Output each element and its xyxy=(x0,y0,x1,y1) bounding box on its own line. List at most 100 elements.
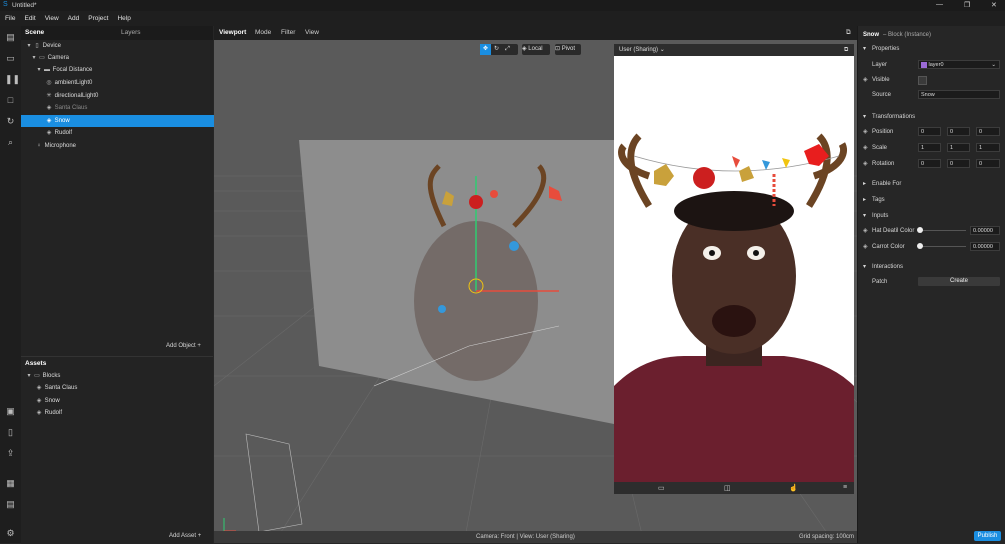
position-y-field[interactable]: 0 xyxy=(947,127,970,136)
chevron-down-icon[interactable]: ▾ xyxy=(25,40,33,52)
pivot-toggle[interactable]: ⊡ Pivot xyxy=(555,44,581,55)
maximize-icon[interactable]: ❐ xyxy=(964,1,970,9)
refresh-icon[interactable]: ↻ xyxy=(5,116,16,127)
tree-item-microphone[interactable]: ♀ Microphone xyxy=(21,140,227,152)
chevron-down-icon: ▾ xyxy=(863,46,867,52)
scale-y-field[interactable]: 1 xyxy=(947,143,970,152)
tree-item-camera[interactable]: ▾ ▭ Camera xyxy=(21,52,222,64)
tab-mode[interactable]: Mode xyxy=(255,29,271,36)
tab-filter[interactable]: Filter xyxy=(281,29,295,36)
keyframe-icon[interactable]: ◈ xyxy=(863,240,868,254)
scale-x-field[interactable]: 1 xyxy=(918,143,941,152)
layer-value: layer0 xyxy=(928,62,944,68)
chevron-down-icon[interactable]: ▾ xyxy=(30,52,38,64)
asset-item-label: Snow xyxy=(44,398,60,404)
tree-item-label: ambientLight0 xyxy=(54,80,93,86)
keyframe-icon[interactable]: ◈ xyxy=(863,224,868,238)
tab-layers[interactable]: Layers xyxy=(121,29,141,36)
keyframe-icon[interactable]: ◈ xyxy=(863,73,868,87)
face-preview-image xyxy=(614,56,854,482)
section-enable-for[interactable]: ▸ Enable For xyxy=(858,177,1005,191)
device-select[interactable]: User (Sharing) ⌄ xyxy=(619,44,665,56)
upload-icon[interactable]: ⇪ xyxy=(5,448,16,459)
layer-select[interactable]: layer0 ⌄ xyxy=(918,60,1000,69)
close-icon[interactable]: ✕ xyxy=(991,1,997,9)
chevron-down-icon[interactable]: ▾ xyxy=(35,64,43,76)
section-tags[interactable]: ▸ Tags xyxy=(858,193,1005,207)
tree-item-focal-distance[interactable]: ▾ ▬ Focal Distance xyxy=(21,64,227,76)
asset-item-santa-claus[interactable]: ◈ Santa Claus xyxy=(21,382,227,394)
section-interactions[interactable]: ▾ Interactions xyxy=(858,260,1005,274)
tab-viewport[interactable]: Viewport xyxy=(219,29,246,36)
scale-z-field[interactable]: 1 xyxy=(976,143,1000,152)
device-icon: ▯ xyxy=(35,43,39,49)
hat-color-field[interactable]: 0.00000 xyxy=(970,226,1000,235)
carrot-color-slider-handle[interactable] xyxy=(917,243,923,249)
chevron-down-icon[interactable]: ▾ xyxy=(25,370,33,382)
hat-color-slider-track[interactable] xyxy=(920,230,966,231)
device-icon[interactable]: ▯ xyxy=(5,427,16,438)
asset-item-rudolf[interactable]: ◈ Rudolf xyxy=(21,407,227,419)
create-patch-button[interactable]: Create xyxy=(918,277,1000,286)
section-transformations[interactable]: ▾ Transformations xyxy=(858,110,1005,124)
menu-file[interactable]: File xyxy=(0,11,19,22)
camera-icon[interactable]: ▭ xyxy=(5,53,16,64)
scale-tool-icon[interactable]: ⤢ xyxy=(502,44,513,55)
grid-spacing: Grid spacing: 100cm xyxy=(799,534,855,540)
tab-scene[interactable]: Scene xyxy=(25,29,44,36)
position-x-field[interactable]: 0 xyxy=(918,127,941,136)
search-icon[interactable]: ⌕ xyxy=(5,137,16,148)
position-z-field[interactable]: 0 xyxy=(976,127,1000,136)
asset-item-blocks[interactable]: ▾ ▭ Blocks xyxy=(21,370,217,382)
split-view-icon[interactable]: ◫ xyxy=(724,484,731,492)
doc-icon[interactable]: ▦ xyxy=(5,478,16,489)
tree-item-rudolf[interactable]: ◈ Rudolf xyxy=(21,127,237,139)
tree-item-label: Rudolf xyxy=(54,130,73,136)
tree-item-santa-claus[interactable]: ◈ Santa Claus xyxy=(21,102,237,114)
rotation-y-field[interactable]: 0 xyxy=(947,159,970,168)
tree-item-ambient-light[interactable]: ◎ ambientLight0 xyxy=(21,77,237,89)
source-field[interactable]: Snow xyxy=(918,90,1000,99)
add-asset-button[interactable]: Add Asset + xyxy=(169,533,201,539)
tree-item-device[interactable]: ▾ ▯ Device xyxy=(21,40,217,52)
rotate-tool-icon[interactable]: ↻ xyxy=(491,44,502,55)
menu-view[interactable]: View xyxy=(40,11,63,22)
section-properties[interactable]: ▾ Properties xyxy=(858,42,1005,56)
video-icon[interactable]: ▭ xyxy=(658,484,665,492)
console-icon[interactable]: ▤ xyxy=(5,499,16,510)
publish-button[interactable]: Publish xyxy=(974,531,1001,541)
section-inputs[interactable]: ▾ Inputs xyxy=(858,209,1005,223)
rotation-x-field[interactable]: 0 xyxy=(918,159,941,168)
menu-add[interactable]: Add xyxy=(63,11,84,22)
visible-checkbox[interactable] xyxy=(918,76,927,85)
scene-panel-icon[interactable]: ▤ xyxy=(5,32,16,43)
menu-help[interactable]: Help xyxy=(112,11,134,22)
stop-icon[interactable]: □ xyxy=(5,95,16,106)
tab-view[interactable]: View xyxy=(305,29,319,36)
minimize-icon[interactable]: — xyxy=(936,1,943,8)
hat-color-slider-handle[interactable] xyxy=(917,227,923,233)
tree-item-directional-light[interactable]: ✳ directionalLight0 xyxy=(21,90,237,102)
carrot-color-field[interactable]: 0.00000 xyxy=(970,242,1000,251)
keyframe-icon[interactable]: ◈ xyxy=(863,125,868,139)
keyframe-icon[interactable]: ◈ xyxy=(863,157,868,171)
folder-icon[interactable]: ▣ xyxy=(5,406,16,417)
asset-item-snow[interactable]: ◈ Snow xyxy=(21,395,227,407)
tree-item-snow[interactable]: ◈ Snow xyxy=(21,115,237,127)
touch-icon[interactable]: ☝ xyxy=(789,484,798,492)
move-tool-icon[interactable]: ✥ xyxy=(480,44,491,55)
simulator-preview[interactable]: User (Sharing) ⌄ ⧉ ▭ ◫ ☝ ≡ xyxy=(614,44,854,494)
carrot-color-slider-track[interactable] xyxy=(920,246,966,247)
menu-edit[interactable]: Edit xyxy=(19,11,39,22)
rotation-z-field[interactable]: 0 xyxy=(976,159,1000,168)
local-toggle[interactable]: ◈ Local xyxy=(522,44,550,55)
menu-icon[interactable]: ≡ xyxy=(843,484,847,491)
chevron-down-icon: ⌄ xyxy=(991,62,996,68)
popout-icon[interactable]: ⧉ xyxy=(844,44,848,56)
popout-icon[interactable]: ⧉ xyxy=(846,29,851,37)
pause-icon[interactable]: ❚❚ xyxy=(5,74,20,85)
settings-gear-icon[interactable]: ⚙ xyxy=(5,528,16,539)
menu-project[interactable]: Project xyxy=(83,11,112,22)
add-object-button[interactable]: Add Object + xyxy=(166,343,201,349)
keyframe-icon[interactable]: ◈ xyxy=(863,141,868,155)
